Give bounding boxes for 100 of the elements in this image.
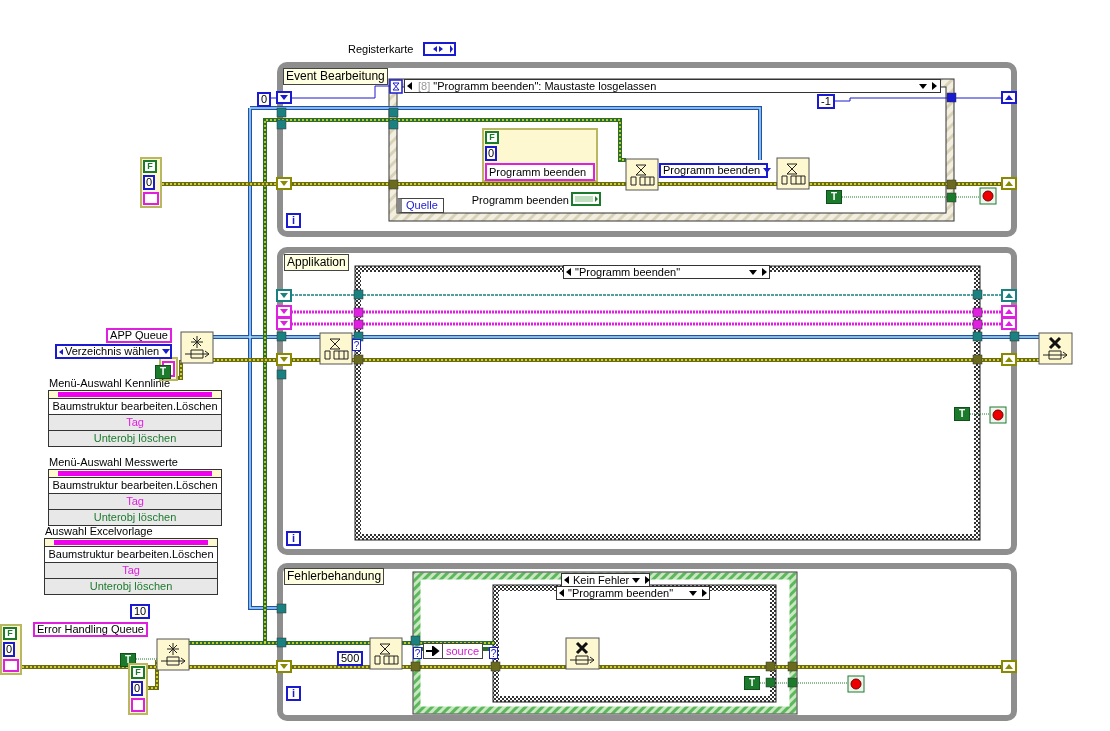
cluster-row: Unterobj löschen: [45, 579, 217, 594]
tunnel: [765, 661, 776, 672]
shift-register-icon: [276, 289, 292, 302]
string-constant: APP Queue: [106, 328, 172, 343]
code-constant: 0: [143, 175, 156, 190]
numeric-constant: -1: [817, 94, 835, 109]
tunnel: [353, 331, 364, 342]
cluster-label: Menü-Auswahl Messwerte: [49, 455, 179, 469]
element-name: source: [443, 643, 484, 659]
tunnel: [276, 369, 287, 380]
queue-function-icon[interactable]: [369, 637, 403, 670]
queue-function-icon[interactable]: [565, 637, 600, 670]
numeric-constant: 0: [257, 92, 272, 107]
numeric-constant: 10: [130, 604, 151, 619]
status-constant: F: [143, 160, 157, 173]
shift-register-icon: [1001, 353, 1017, 366]
cluster-row: Tag: [45, 563, 217, 579]
selector-terminal: ?: [352, 339, 361, 351]
status-constant: F: [131, 666, 145, 679]
loop-label: Event Bearbeitung: [283, 68, 388, 85]
stop-icon: [979, 187, 997, 205]
code-constant: 0: [3, 642, 16, 657]
tunnel: [787, 677, 798, 688]
tunnel: [972, 331, 983, 342]
cluster-row: Unterobj löschen: [49, 510, 221, 525]
arrow-icon: [423, 643, 443, 659]
shift-register-icon: [1001, 91, 1017, 104]
queue-function-icon[interactable]: [625, 158, 659, 191]
tunnel: [1009, 331, 1020, 342]
boolean-constant: T: [954, 407, 970, 421]
tunnel: [276, 331, 287, 342]
source-constant: Programm beenden: [485, 163, 595, 181]
cluster-row: Unterobj löschen: [49, 431, 221, 446]
string-constant: Error Handling Queue: [33, 622, 148, 637]
wire: [135, 658, 158, 660]
iteration-terminal: i: [286, 686, 301, 701]
cluster-row: Tag: [49, 494, 221, 510]
shift-register-icon: [1001, 317, 1017, 330]
tunnel: [353, 307, 364, 318]
tunnel: [276, 637, 287, 648]
event-selector[interactable]: [8] "Programm beenden": Maustaste losgelassen: [404, 79, 941, 93]
tunnel: [972, 319, 983, 330]
tunnel: [353, 289, 364, 300]
code-constant: 0: [485, 146, 498, 161]
tunnel: [353, 354, 364, 365]
shift-register-icon: [276, 91, 292, 104]
event-hourglass-icon: [389, 79, 403, 94]
numeric-constant: 500: [337, 651, 364, 666]
event-data-node: Quelle: [397, 198, 444, 213]
shift-register-icon: [276, 177, 292, 190]
source-constant: [131, 698, 145, 712]
tunnel: [276, 119, 287, 130]
boolean-control-icon: [571, 192, 601, 206]
tunnel: [276, 603, 287, 614]
case-selector[interactable]: Kein Fehler: [561, 573, 650, 587]
queue-function-icon[interactable]: [180, 331, 214, 364]
boolean-constant: T: [744, 676, 760, 690]
tunnel: [410, 661, 421, 672]
cluster-label: Auswahl Excelvorlage: [45, 524, 154, 538]
tunnel: [353, 319, 364, 330]
case-selector[interactable]: "Programm beenden": [556, 586, 710, 600]
selector-terminal: ?: [413, 647, 422, 659]
wire: [969, 413, 991, 415]
iteration-terminal: i: [286, 213, 301, 228]
case-selector[interactable]: "Programm beenden": [563, 265, 770, 279]
cluster-row: Tag: [49, 415, 221, 431]
queue-function-icon[interactable]: [1038, 332, 1073, 365]
tunnel: [972, 307, 983, 318]
shift-register-icon: [1001, 660, 1017, 673]
status-constant: F: [3, 627, 17, 640]
tunnel: [276, 107, 287, 118]
tab-control-icon: [423, 42, 456, 56]
tunnel: [972, 289, 983, 300]
iteration-terminal: i: [286, 531, 301, 546]
source-constant: [143, 192, 159, 205]
shift-register-icon: [276, 353, 292, 366]
source-constant: [3, 659, 19, 672]
queue-function-icon[interactable]: [156, 638, 190, 671]
queue-function-icon[interactable]: [319, 332, 353, 365]
status-constant: F: [485, 131, 499, 144]
stop-icon: [989, 406, 1007, 424]
cluster-label: Menü-Auswahl Kennlinie: [49, 376, 172, 390]
loop-label: Fehlerbehandung: [284, 568, 385, 585]
boolean-constant: T: [155, 365, 171, 379]
tunnel: [787, 661, 798, 672]
enum-constant[interactable]: Verzeichnis wählen: [55, 344, 172, 359]
tunnel: [972, 354, 983, 365]
queue-function-icon[interactable]: [776, 157, 810, 190]
selector-terminal: ?: [489, 647, 498, 659]
stop-icon: [847, 675, 865, 693]
tunnel: [490, 661, 501, 672]
control-terminal-label: Programm beenden: [471, 193, 570, 207]
tunnel: [765, 677, 776, 688]
boolean-constant: T: [826, 190, 842, 204]
tab-control-label: Registerkarte: [348, 42, 414, 56]
shift-register-icon: [276, 660, 292, 673]
shift-register-icon: [276, 317, 292, 330]
loop-label: Applikation: [284, 254, 349, 271]
shift-register-icon: [1001, 177, 1017, 190]
enum-constant[interactable]: Programm beenden: [659, 163, 768, 178]
